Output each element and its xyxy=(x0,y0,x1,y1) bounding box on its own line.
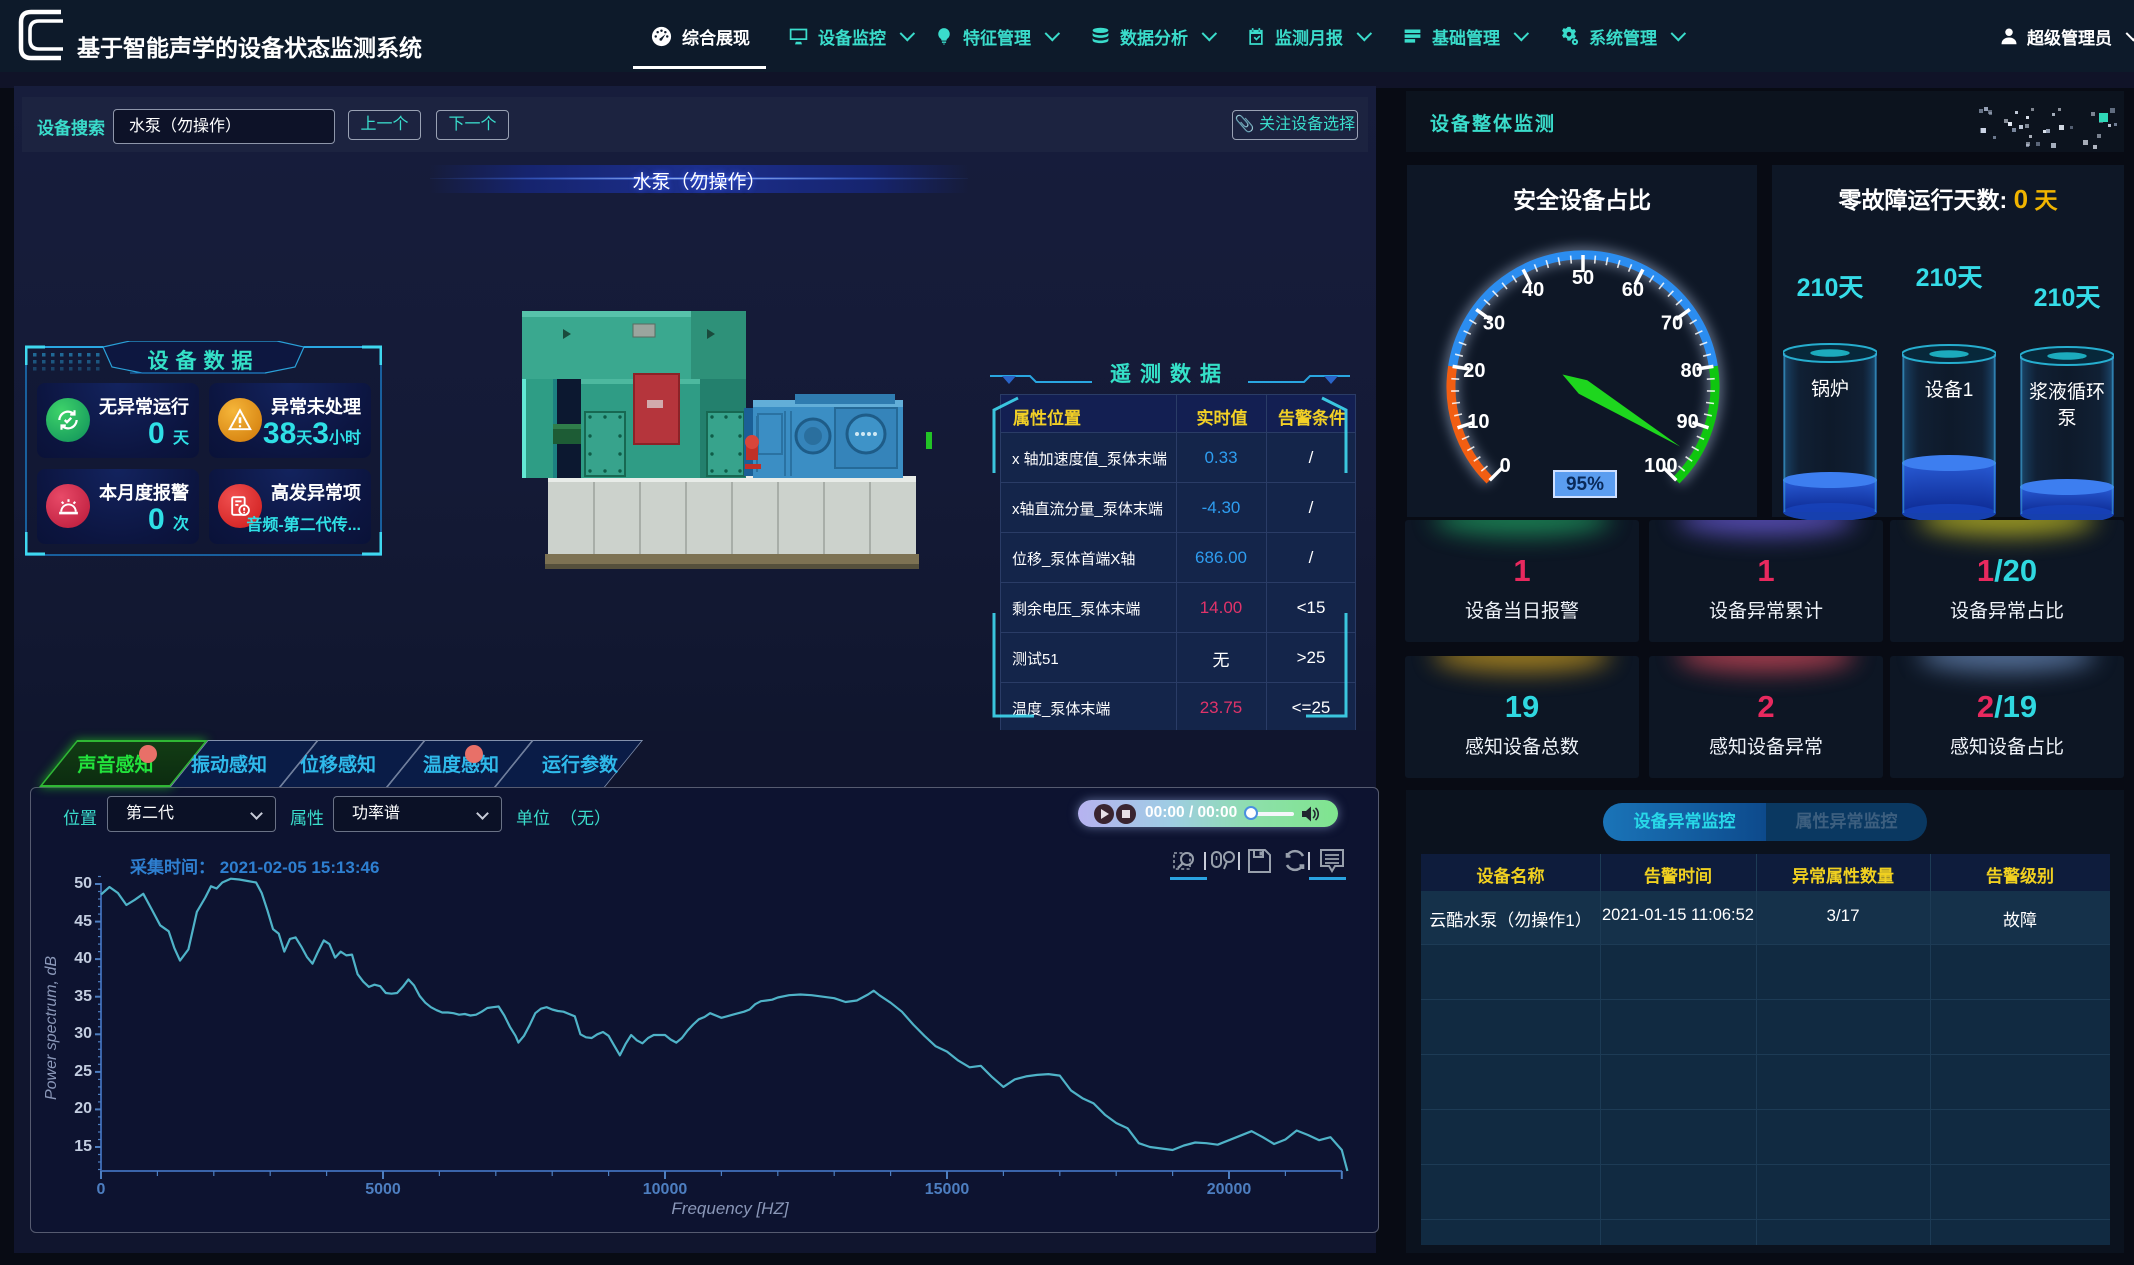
svg-text:60: 60 xyxy=(1622,279,1644,301)
svg-text:10: 10 xyxy=(1467,411,1489,433)
svg-text:20: 20 xyxy=(1463,360,1485,382)
svg-text:40: 40 xyxy=(1522,279,1544,301)
svg-text:30: 30 xyxy=(1483,312,1505,334)
svg-text:80: 80 xyxy=(1680,360,1702,382)
svg-text:70: 70 xyxy=(1661,312,1683,334)
svg-text:0: 0 xyxy=(1500,455,1511,477)
svg-text:100: 100 xyxy=(1644,455,1677,477)
svg-text:50: 50 xyxy=(1572,267,1594,289)
svg-text:90: 90 xyxy=(1676,411,1698,433)
